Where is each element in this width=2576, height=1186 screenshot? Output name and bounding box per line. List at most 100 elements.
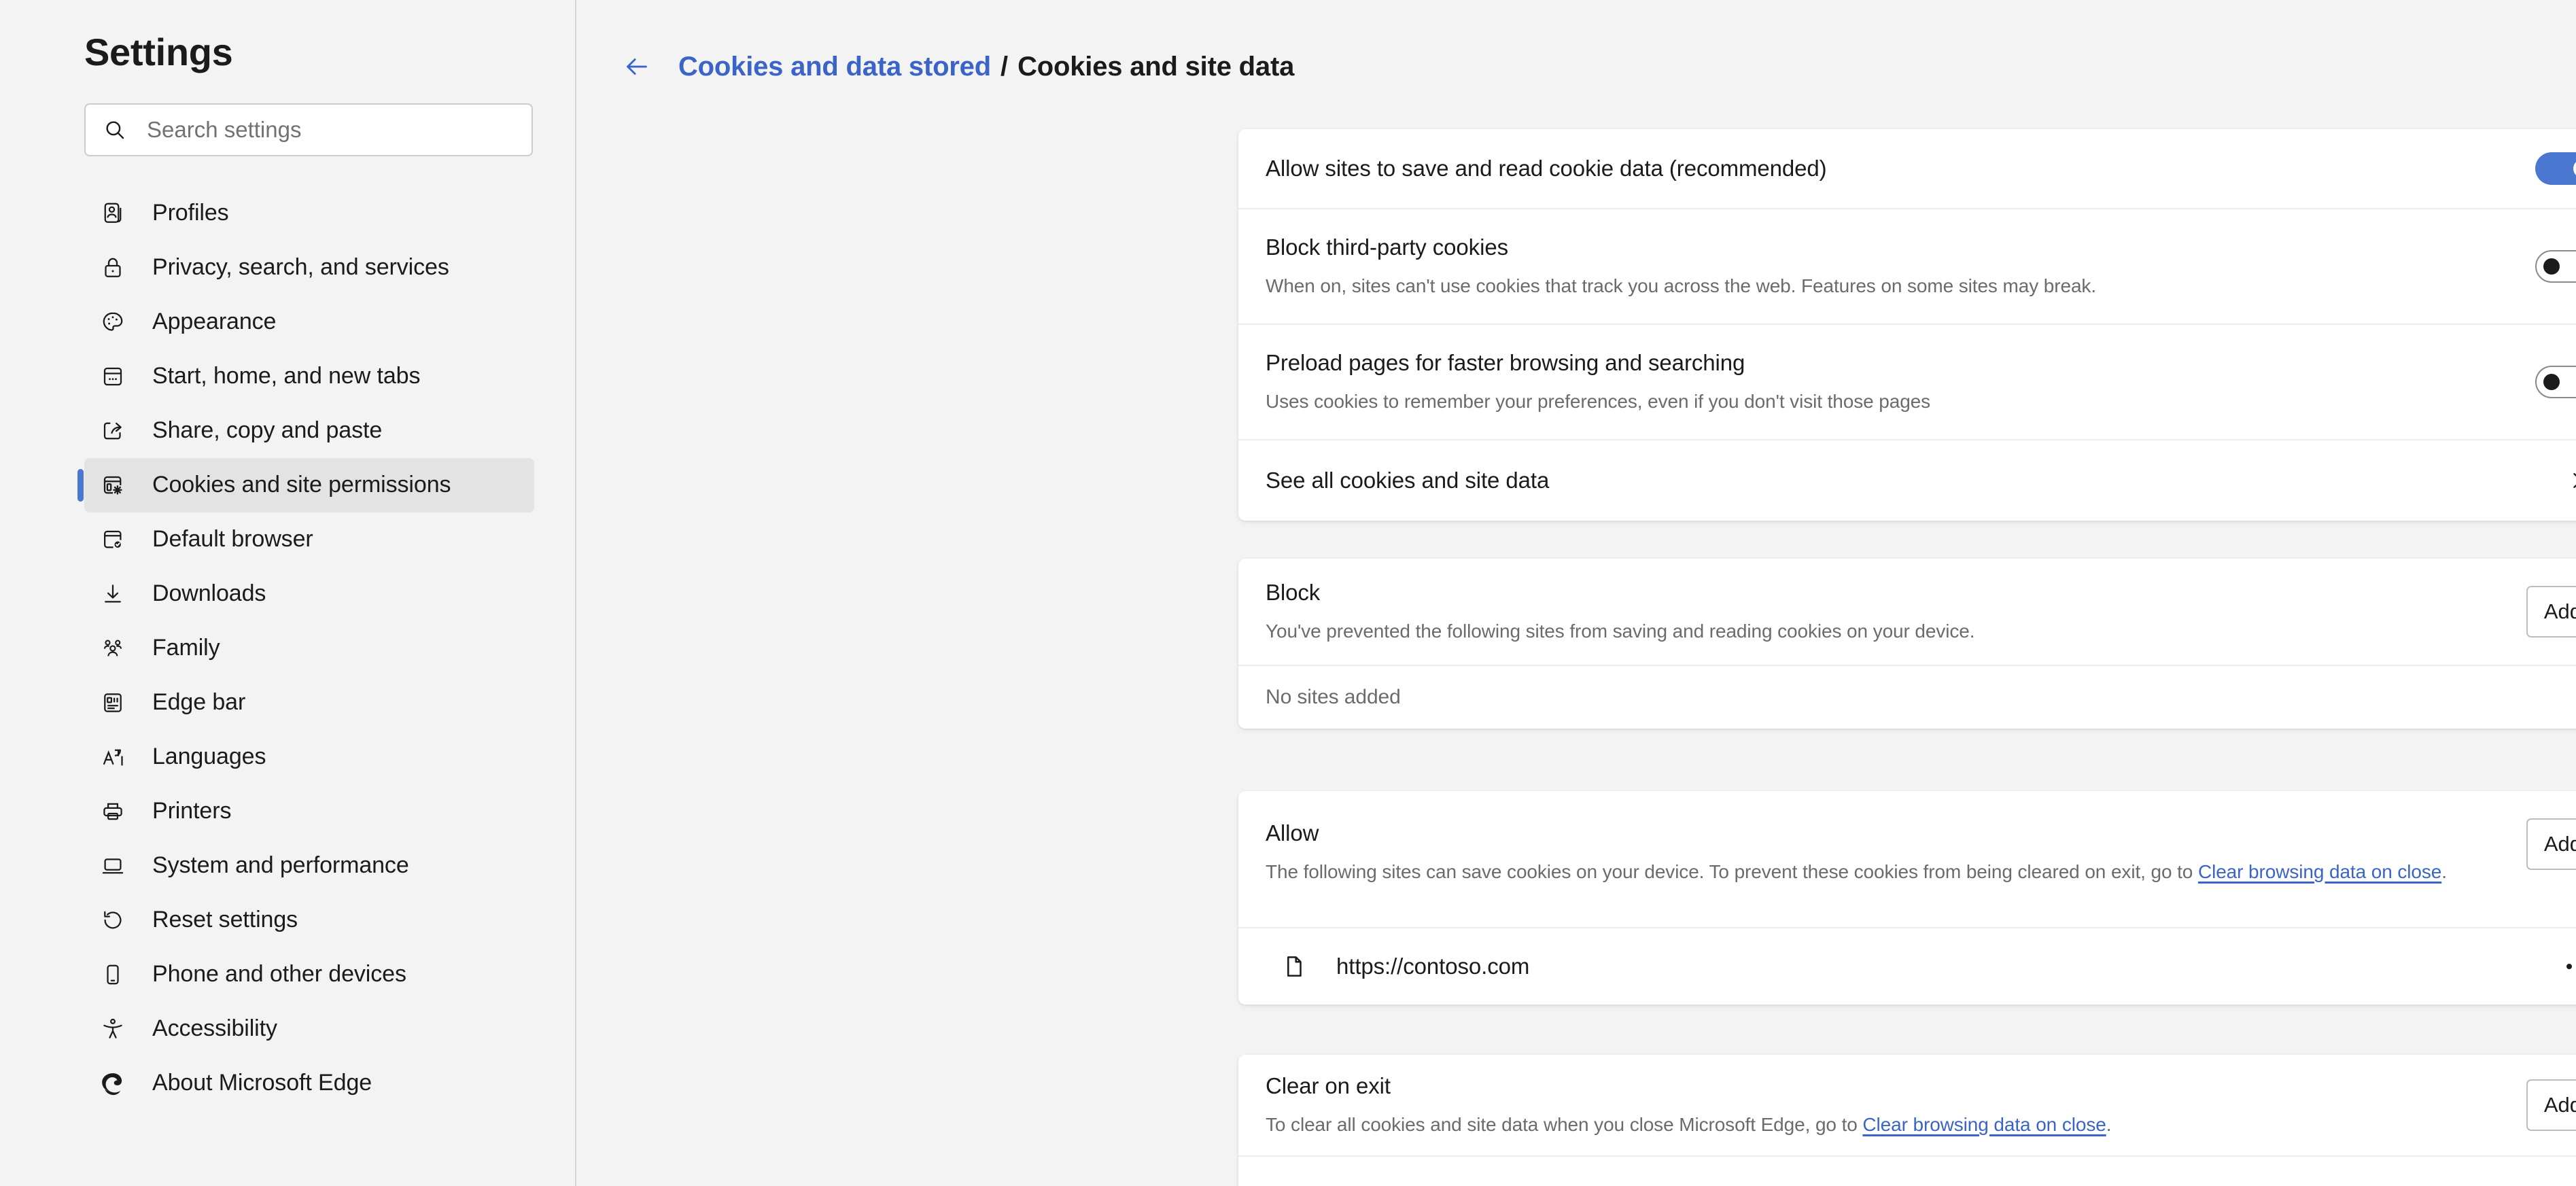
settings-nav: Profiles Privacy, search, and services A… bbox=[0, 186, 575, 1111]
sidebar-item-label: Printers bbox=[152, 798, 232, 824]
toggle-knob bbox=[2543, 374, 2560, 390]
share-icon bbox=[95, 413, 130, 449]
clear-browsing-data-on-close-link[interactable]: Clear browsing data on close bbox=[2198, 861, 2441, 882]
block-card: Block You've prevented the following sit… bbox=[1238, 559, 2576, 729]
languages-icon bbox=[95, 739, 130, 775]
row-texts: Block third-party cookies When on, sites… bbox=[1266, 232, 2535, 300]
allow-description-text-after: . bbox=[2441, 860, 2447, 882]
allow-add-button[interactable]: Add bbox=[2526, 818, 2576, 870]
download-icon bbox=[95, 576, 130, 612]
lock-icon bbox=[95, 250, 130, 285]
sidebar-item-start-home-new-tabs[interactable]: Start, home, and new tabs bbox=[84, 349, 534, 404]
row-title: Block third-party cookies bbox=[1266, 234, 1508, 260]
reset-icon bbox=[95, 903, 130, 938]
sidebar-item-label: Downloads bbox=[152, 580, 266, 607]
allow-card: Allow The following sites can save cooki… bbox=[1238, 791, 2576, 1005]
edge-logo-icon bbox=[95, 1066, 130, 1101]
allow-description: The following sites can save cookies on … bbox=[1266, 858, 2499, 886]
clear-on-exit-card: Clear on exit To clear all cookies and s… bbox=[1238, 1055, 2576, 1186]
block-add-button[interactable]: Add bbox=[2526, 586, 2576, 638]
search-input[interactable] bbox=[147, 104, 514, 155]
row-title: Preload pages for faster browsing and se… bbox=[1266, 350, 1745, 376]
sidebar-item-label: Privacy, search, and services bbox=[152, 254, 449, 281]
sidebar-item-label: Start, home, and new tabs bbox=[152, 363, 421, 389]
breadcrumb-separator: / bbox=[1000, 51, 1009, 82]
sidebar-item-label: Accessibility bbox=[152, 1015, 277, 1042]
page-title: Settings bbox=[84, 31, 233, 73]
sidebar-item-label: System and performance bbox=[152, 852, 409, 879]
sidebar-item-phone-and-other-devices[interactable]: Phone and other devices bbox=[84, 947, 534, 1002]
sidebar-item-label: Phone and other devices bbox=[152, 961, 406, 988]
browser-check-icon bbox=[95, 522, 130, 557]
row-title: Allow sites to save and read cookie data… bbox=[1266, 155, 1827, 181]
toggle-knob bbox=[2573, 159, 2576, 178]
sidebar-item-family[interactable]: Family bbox=[84, 621, 534, 676]
sidebar-item-accessibility[interactable]: Accessibility bbox=[84, 1002, 534, 1056]
cookies-gear-icon bbox=[95, 468, 130, 503]
allow-title: Allow bbox=[1266, 820, 1319, 845]
printer-icon bbox=[95, 794, 130, 829]
chevron-right-icon bbox=[2564, 467, 2576, 494]
sidebar-item-privacy-search-services[interactable]: Privacy, search, and services bbox=[84, 241, 534, 295]
family-icon bbox=[95, 631, 130, 666]
row-texts: See all cookies and site data bbox=[1266, 466, 2564, 496]
row-texts: Block You've prevented the following sit… bbox=[1266, 578, 2526, 645]
browser-tabs-icon bbox=[95, 359, 130, 394]
block-header-row: Block You've prevented the following sit… bbox=[1238, 559, 2576, 666]
block-third-party-cookies-toggle[interactable] bbox=[2535, 250, 2576, 283]
list-item[interactable]: https://contoso.com bbox=[1238, 928, 2576, 1005]
sidebar-item-reset-settings[interactable]: Reset settings bbox=[84, 893, 534, 947]
site-url: https://contoso.com bbox=[1336, 954, 1530, 979]
clear-on-exit-header-row: Clear on exit To clear all cookies and s… bbox=[1238, 1055, 2576, 1157]
more-dots-icon[interactable] bbox=[2558, 945, 2576, 988]
sidebar-item-label: Share, copy and paste bbox=[152, 417, 383, 444]
breadcrumb-parent-link[interactable]: Cookies and data stored bbox=[678, 52, 991, 82]
clear-on-exit-add-button[interactable]: Add bbox=[2526, 1079, 2576, 1131]
sidebar-item-about-microsoft-edge[interactable]: About Microsoft Edge bbox=[84, 1056, 534, 1111]
clear-browsing-data-on-close-link[interactable]: Clear browsing data on close bbox=[1862, 1114, 2106, 1135]
arrow-left-icon[interactable] bbox=[619, 48, 655, 85]
allow-sites-save-read-row: Allow sites to save and read cookie data… bbox=[1238, 129, 2576, 209]
allow-sites-save-read-toggle[interactable] bbox=[2535, 152, 2576, 185]
edge-bar-icon bbox=[95, 685, 130, 720]
search-icon bbox=[103, 118, 126, 141]
sidebar-item-system-and-performance[interactable]: System and performance bbox=[84, 839, 534, 893]
sidebar-item-printers[interactable]: Printers bbox=[84, 784, 534, 839]
sidebar-item-label: Profiles bbox=[152, 200, 229, 226]
sidebar-item-label: Languages bbox=[152, 744, 266, 770]
block-empty-row: No sites added bbox=[1238, 666, 2576, 729]
phone-icon bbox=[95, 957, 130, 992]
row-texts: Clear on exit To clear all cookies and s… bbox=[1266, 1071, 2526, 1138]
block-description: You've prevented the following sites fro… bbox=[1266, 620, 1975, 642]
row-texts: Preload pages for faster browsing and se… bbox=[1266, 348, 2535, 415]
sidebar-item-appearance[interactable]: Appearance bbox=[84, 295, 534, 349]
clear-on-exit-list-placeholder bbox=[1238, 1157, 2576, 1186]
main-content: Cookies and data stored / Cookies and si… bbox=[576, 0, 2576, 1186]
sidebar-item-edge-bar[interactable]: Edge bar bbox=[84, 676, 534, 730]
clear-on-exit-text-after: . bbox=[2106, 1113, 2112, 1135]
sidebar-item-label: Reset settings bbox=[152, 907, 298, 933]
sidebar-item-share-copy-paste[interactable]: Share, copy and paste bbox=[84, 404, 534, 458]
toggle-knob bbox=[2543, 258, 2560, 275]
document-icon bbox=[1278, 950, 1310, 983]
sidebar-item-label: Appearance bbox=[152, 309, 277, 335]
profiles-icon bbox=[95, 196, 130, 231]
see-all-cookies-row[interactable]: See all cookies and site data bbox=[1238, 440, 2576, 521]
sidebar-item-downloads[interactable]: Downloads bbox=[84, 567, 534, 621]
row-description: When on, sites can't use cookies that tr… bbox=[1266, 275, 2097, 296]
laptop-icon bbox=[95, 848, 130, 884]
sidebar-item-default-browser[interactable]: Default browser bbox=[84, 512, 534, 567]
preload-pages-toggle[interactable] bbox=[2535, 366, 2576, 398]
block-empty-text: No sites added bbox=[1266, 686, 1401, 708]
preload-pages-row: Preload pages for faster browsing and se… bbox=[1238, 325, 2576, 440]
clear-on-exit-text-before: To clear all cookies and site data when … bbox=[1266, 1113, 1863, 1135]
row-title: See all cookies and site data bbox=[1266, 467, 1550, 493]
accessibility-icon bbox=[95, 1011, 130, 1047]
palette-icon bbox=[95, 304, 130, 340]
sidebar-item-label: Cookies and site permissions bbox=[152, 472, 451, 498]
sidebar-item-profiles[interactable]: Profiles bbox=[84, 186, 534, 241]
search-box[interactable] bbox=[84, 103, 533, 156]
sidebar-item-cookies-and-site-permissions[interactable]: Cookies and site permissions bbox=[77, 457, 534, 512]
sidebar: Settings Profiles bbox=[0, 0, 576, 1186]
sidebar-item-languages[interactable]: Languages bbox=[84, 730, 534, 784]
